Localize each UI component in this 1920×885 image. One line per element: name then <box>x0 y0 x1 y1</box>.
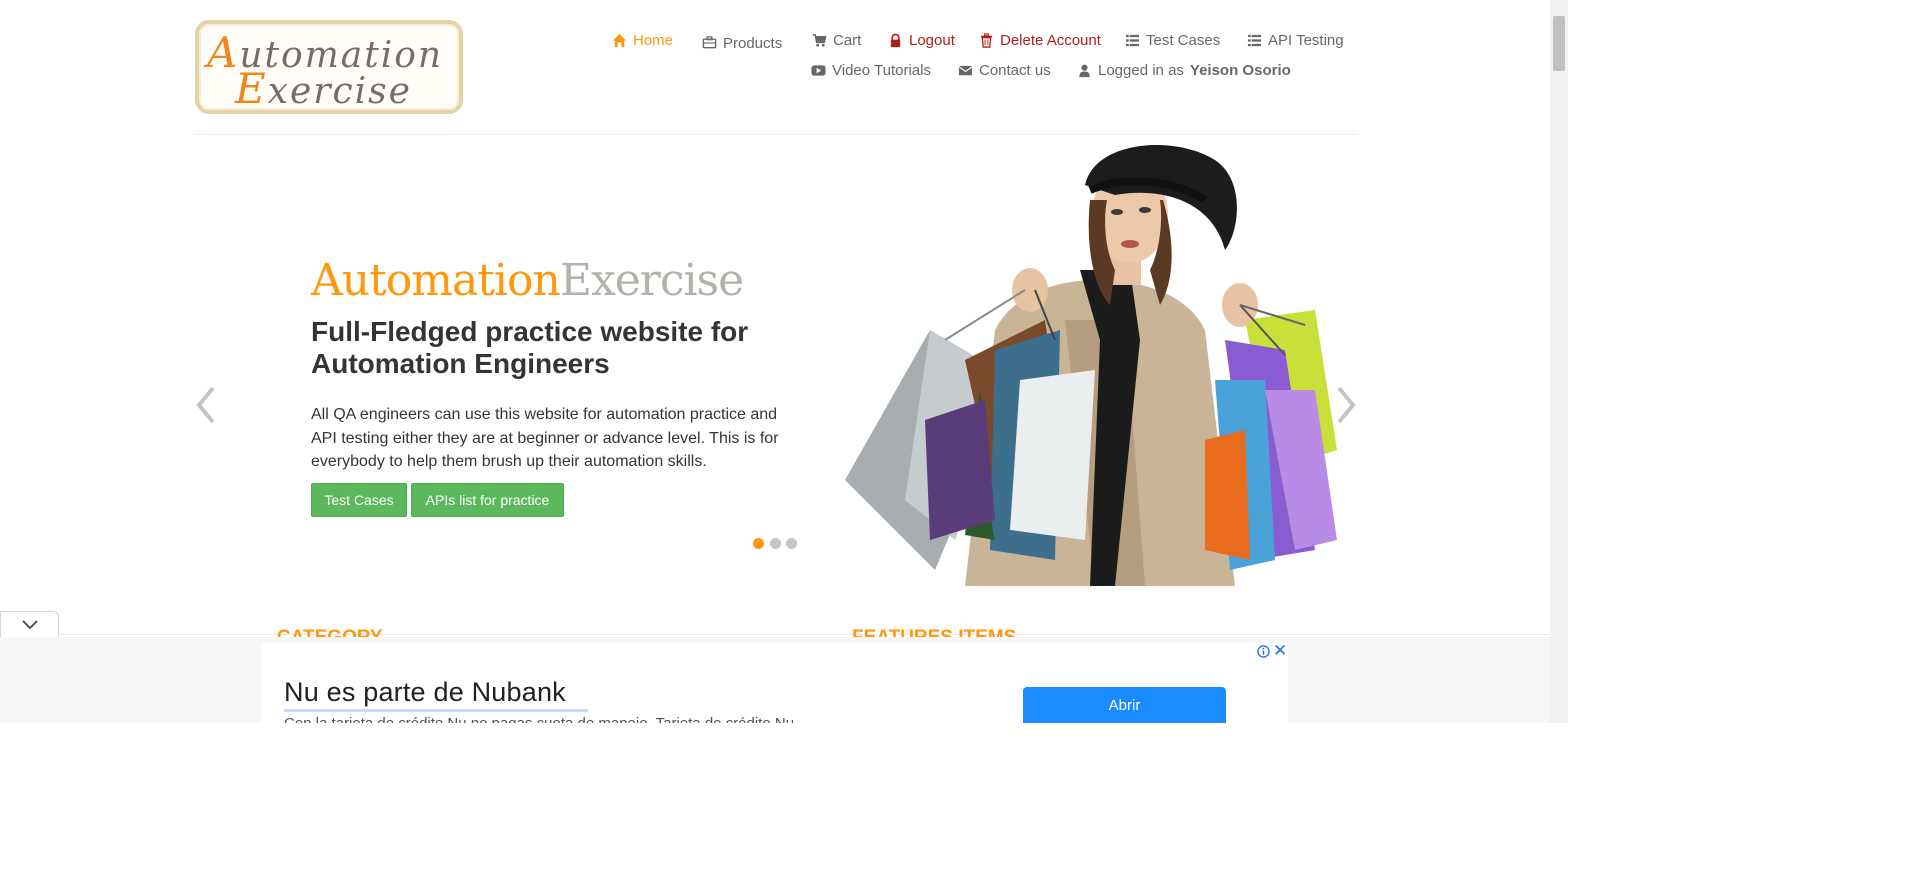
youtube-play-icon <box>811 65 826 76</box>
nav-home[interactable]: Home <box>612 32 673 49</box>
carousel-indicator-3[interactable] <box>786 538 797 549</box>
nav-delete-account[interactable]: Delete Account <box>979 32 1101 49</box>
nav-api-testing-label: API Testing <box>1268 32 1344 49</box>
scrollbar-thumb[interactable] <box>1553 16 1565 71</box>
section-divider <box>0 634 1550 635</box>
nav-logout-label: Logout <box>909 32 955 49</box>
logo-line-2: Exercise <box>235 64 412 113</box>
user-icon <box>1079 64 1090 78</box>
page: Automation Exercise Home Products Cart L… <box>0 0 1568 723</box>
slider-description: All QA engineers can use this website fo… <box>311 406 779 470</box>
nav-contact-us[interactable]: Contact us <box>958 62 1051 79</box>
logged-in-username: Yeison Osorio <box>1189 62 1291 79</box>
test-cases-button[interactable]: Test Cases <box>311 483 407 517</box>
nav-cart[interactable]: Cart <box>812 32 861 49</box>
ad-open-button[interactable]: Abrir <box>1023 687 1226 723</box>
nav-cart-label: Cart <box>833 32 862 49</box>
ad-title[interactable]: Nu es parte de Nubank <box>284 677 566 708</box>
trash-icon <box>980 33 993 48</box>
carousel-indicator-1[interactable] <box>753 538 764 549</box>
nav-video-tutorials[interactable]: Video Tutorials <box>811 62 931 79</box>
ad-banner[interactable]: Nu es parte de Nubank Con la tarjeta de … <box>262 643 1288 723</box>
slider-headline: Full-Fledged practice website for Automa… <box>311 316 749 379</box>
nav-logged-in-user: Logged in as Yeison Osorio <box>1077 62 1291 79</box>
chevron-down-icon <box>21 619 38 629</box>
ad-text: Con la tarjeta de crédito Nu no pagas cu… <box>284 715 794 723</box>
slider-brand-title: AutomationExercise <box>311 255 744 306</box>
ad-collapse-button[interactable] <box>0 611 59 637</box>
home-icon <box>612 33 627 48</box>
nav-video-tutorials-label: Video Tutorials <box>832 62 931 79</box>
nav-api-testing[interactable]: API Testing <box>1247 32 1344 49</box>
logged-in-label: Logged in as <box>1098 62 1184 79</box>
nav-test-cases[interactable]: Test Cases <box>1125 32 1220 49</box>
envelope-icon <box>958 65 973 76</box>
ad-info-icon[interactable] <box>1257 645 1270 658</box>
carousel-indicator-2[interactable] <box>770 538 781 549</box>
apis-list-button[interactable]: APIs list for practice <box>411 483 564 517</box>
nav-products[interactable]: Products <box>702 33 782 52</box>
ad-close-icon[interactable]: ✕ <box>1273 643 1287 659</box>
nav-delete-account-label: Delete Account <box>1000 32 1101 49</box>
site-logo[interactable]: Automation Exercise <box>195 20 463 114</box>
nav-test-cases-label: Test Cases <box>1146 32 1221 49</box>
briefcase-icon <box>702 36 717 49</box>
carousel-prev-icon[interactable] <box>194 384 218 426</box>
lock-icon <box>890 33 901 48</box>
hero-shopping-girl-image <box>845 145 1337 586</box>
nav-logout[interactable]: Logout <box>888 32 955 49</box>
nav-home-label: Home <box>633 32 674 49</box>
list-icon <box>1247 34 1262 47</box>
list-icon <box>1125 34 1140 47</box>
nav-products-label: Products <box>723 35 783 52</box>
page-scrollbar[interactable] <box>1550 0 1568 723</box>
carousel-next-icon[interactable] <box>1334 384 1358 426</box>
nav-contact-us-label: Contact us <box>979 62 1051 79</box>
cart-icon <box>812 34 827 47</box>
header-divider <box>195 134 1357 135</box>
ad-title-underline <box>284 709 588 712</box>
